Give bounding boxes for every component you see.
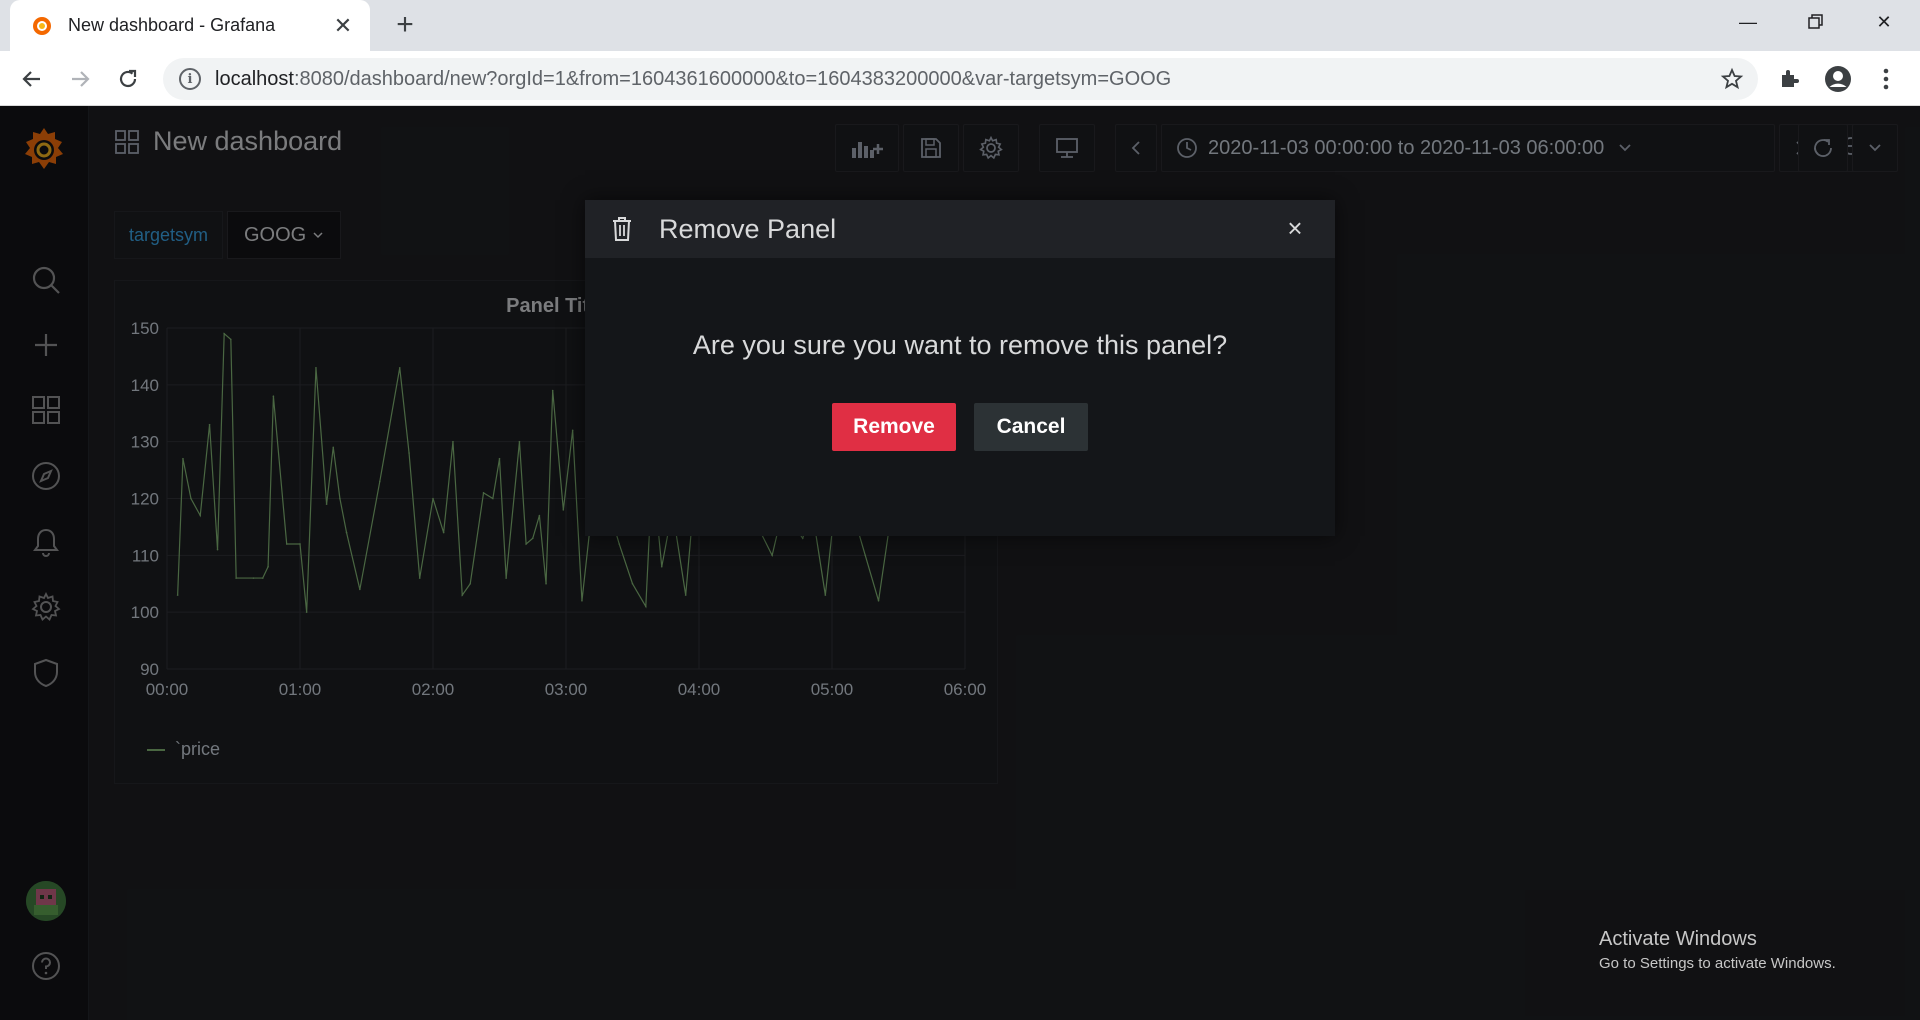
cancel-button[interactable]: Cancel [974,403,1088,451]
new-tab-icon[interactable]: + [388,9,422,43]
address-bar[interactable]: i localhost:8080/dashboard/new?orgId=1&f… [163,58,1758,100]
remove-panel-modal: Remove Panel × Are you sure you want to … [585,200,1335,536]
modal-header: Remove Panel × [585,200,1335,258]
activate-windows-watermark: Activate Windows Go to Settings to activ… [1599,928,1836,972]
restore-icon[interactable] [1782,0,1850,44]
reload-icon[interactable] [110,61,146,97]
back-icon[interactable] [14,61,50,97]
url-text: localhost:8080/dashboard/new?orgId=1&fro… [215,67,1172,90]
remove-button[interactable]: Remove [832,403,956,451]
browser-tab[interactable]: New dashboard - Grafana ✕ [10,0,370,51]
trash-icon [613,217,631,241]
grafana-favicon-icon [33,16,51,35]
tab-close-icon[interactable]: ✕ [330,13,356,39]
activate-windows-title: Activate Windows [1599,928,1757,950]
modal-question: Are you sure you want to remove this pan… [692,330,1228,360]
modal-title: Remove Panel [659,213,837,244]
browser-toolbar: i localhost:8080/dashboard/new?orgId=1&f… [0,51,1920,106]
extensions-icon[interactable] [1776,65,1804,93]
forward-icon[interactable] [62,61,98,97]
browser-menu-icon[interactable] [1872,65,1900,93]
modal-body: Are you sure you want to remove this pan… [585,330,1335,451]
bookmark-star-icon[interactable] [1720,67,1744,91]
modal-close-icon[interactable]: × [1283,215,1307,241]
minimize-icon[interactable]: — [1714,0,1782,44]
site-info-icon[interactable]: i [179,68,201,90]
close-window-icon[interactable]: ✕ [1850,0,1918,44]
profile-icon[interactable] [1824,65,1852,93]
activate-windows-subtitle: Go to Settings to activate Windows. [1599,955,1836,972]
modal-buttons: Remove Cancel [585,403,1335,451]
tab-title: New dashboard - Grafana [68,15,276,35]
browser-tabstrip: New dashboard - Grafana ✕ + — ✕ [0,0,1920,51]
